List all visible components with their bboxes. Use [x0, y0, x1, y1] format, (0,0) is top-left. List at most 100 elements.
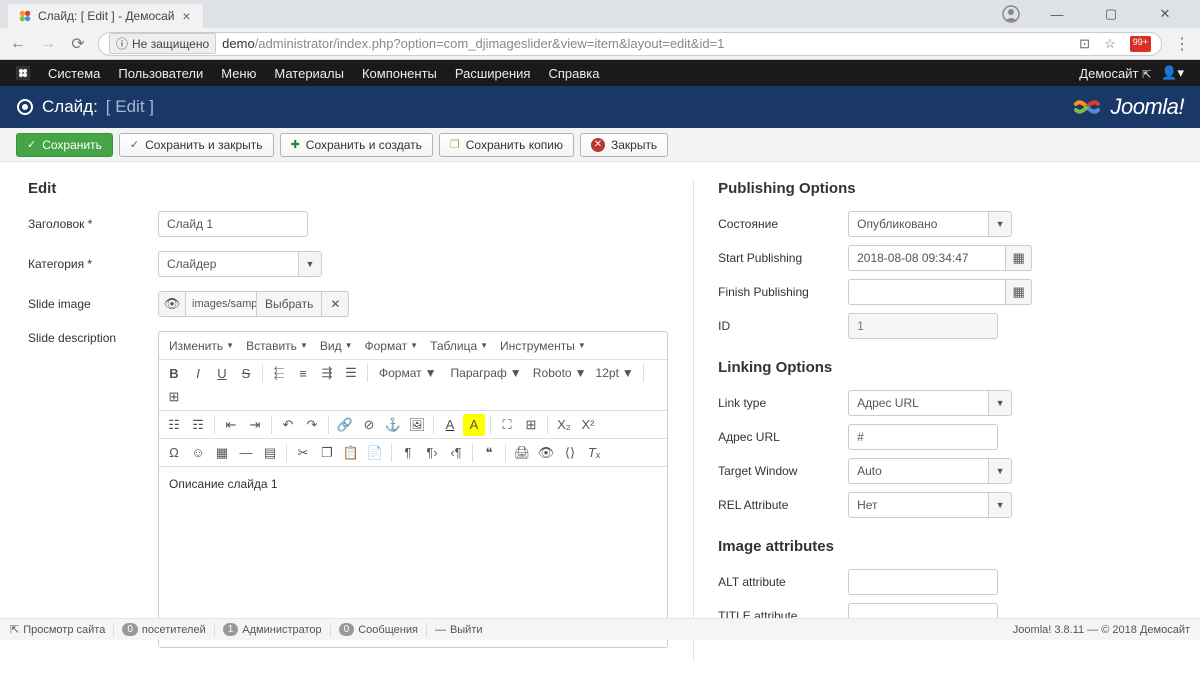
editor-menu-insert[interactable]: Вставить▼: [240, 336, 314, 356]
pilcrow-icon[interactable]: ¶: [397, 442, 419, 464]
security-info[interactable]: ⓘ Не защищено: [109, 33, 216, 54]
linktype-select[interactable]: Адрес URL▼: [848, 390, 1012, 416]
save-close-button[interactable]: ✓Сохранить и закрыть: [119, 133, 274, 157]
emoji-icon[interactable]: ☺: [187, 442, 209, 464]
fontsize-dropdown[interactable]: 12pt▼: [592, 362, 638, 384]
bullet-list-icon[interactable]: ☷: [163, 414, 185, 436]
visitors-counter[interactable]: 0посетителей: [122, 623, 205, 636]
site-name-link[interactable]: Демосайт ⇱: [1079, 66, 1151, 81]
formats-dropdown[interactable]: Формат▼: [373, 362, 443, 384]
link-icon[interactable]: 🔗: [334, 414, 356, 436]
redo-icon[interactable]: ↷: [301, 414, 323, 436]
code-icon[interactable]: ⟨⟩: [559, 442, 581, 464]
save-copy-button[interactable]: ❐Сохранить копию: [439, 133, 574, 157]
menu-extensions[interactable]: Расширения: [455, 66, 531, 81]
module-icon[interactable]: ⊞: [163, 386, 185, 408]
window-close-icon[interactable]: ✕: [1148, 6, 1182, 22]
cut-icon[interactable]: ✂: [292, 442, 314, 464]
editor-menu-edit[interactable]: Изменить▼: [163, 336, 240, 356]
media-icon[interactable]: ▦: [211, 442, 233, 464]
menu-help[interactable]: Справка: [548, 66, 599, 81]
editor-menu-tools[interactable]: Инструменты▼: [494, 336, 592, 356]
paste-icon[interactable]: 📋: [340, 442, 362, 464]
bold-icon[interactable]: B: [163, 362, 185, 384]
browser-menu-icon[interactable]: ⋮: [1172, 34, 1192, 54]
url-bar[interactable]: ⓘ Не защищено demo/administrator/index.p…: [98, 32, 1162, 56]
anchor-icon[interactable]: ⚓: [382, 414, 404, 436]
font-dropdown[interactable]: Roboto▼: [530, 362, 590, 384]
messages-counter[interactable]: 0Сообщения: [339, 623, 418, 636]
image-select-button[interactable]: Выбрать: [256, 291, 321, 317]
calendar-icon[interactable]: ▦: [1006, 245, 1032, 271]
clear-format-icon[interactable]: Tₓ: [583, 442, 605, 464]
back-icon[interactable]: ←: [8, 35, 28, 53]
start-input[interactable]: [848, 245, 1006, 271]
subscript-icon[interactable]: X₂: [553, 414, 575, 436]
number-list-icon[interactable]: ☶: [187, 414, 209, 436]
target-select[interactable]: Auto▼: [848, 458, 1012, 484]
editor-menu-format[interactable]: Формат▼: [359, 336, 425, 356]
logout-link[interactable]: — Выйти: [435, 624, 483, 636]
admins-counter[interactable]: 1Администратор: [223, 623, 322, 636]
italic-icon[interactable]: I: [187, 362, 209, 384]
reload-icon[interactable]: ⟳: [68, 34, 88, 54]
editor-menu-table[interactable]: Таблица▼: [424, 336, 494, 356]
undo-icon[interactable]: ↶: [277, 414, 299, 436]
finish-input[interactable]: [848, 279, 1006, 305]
copy-icon[interactable]: ❐: [316, 442, 338, 464]
rtl-icon[interactable]: ‹¶: [445, 442, 467, 464]
image-clear-button[interactable]: ✕: [321, 291, 349, 317]
profile-icon[interactable]: [1002, 5, 1020, 23]
menu-system[interactable]: Система: [48, 66, 100, 81]
close-button[interactable]: ✕Закрыть: [580, 133, 668, 157]
superscript-icon[interactable]: X²: [577, 414, 599, 436]
omega-icon[interactable]: Ω: [163, 442, 185, 464]
align-center-icon[interactable]: ≡: [292, 362, 314, 384]
unlink-icon[interactable]: ⊘: [358, 414, 380, 436]
editor-menu-view[interactable]: Вид▼: [314, 336, 359, 356]
print-icon[interactable]: 🖨: [511, 442, 533, 464]
category-select[interactable]: Слайдер ▼: [158, 251, 322, 277]
menu-components[interactable]: Компоненты: [362, 66, 437, 81]
view-site-link[interactable]: ⇱ Просмотр сайта: [10, 623, 105, 636]
align-right-icon[interactable]: ⇶: [316, 362, 338, 384]
align-left-icon[interactable]: ⬱: [268, 362, 290, 384]
rel-select[interactable]: Нет▼: [848, 492, 1012, 518]
bg-color-icon[interactable]: A: [463, 414, 485, 436]
table-icon[interactable]: ⊞: [520, 414, 542, 436]
window-maximize-icon[interactable]: ▢: [1094, 6, 1128, 22]
text-color-icon[interactable]: A: [439, 414, 461, 436]
star-icon[interactable]: ☆: [1104, 36, 1116, 52]
user-menu-icon[interactable]: 👤▾: [1161, 65, 1184, 81]
menu-users[interactable]: Пользователи: [118, 66, 203, 81]
quote-icon[interactable]: ❝: [478, 442, 500, 464]
window-minimize-icon[interactable]: —: [1040, 7, 1074, 22]
underline-icon[interactable]: U: [211, 362, 233, 384]
tab-close-icon[interactable]: ×: [181, 10, 193, 22]
qr-icon[interactable]: ⊡: [1079, 36, 1090, 52]
title-input[interactable]: [158, 211, 308, 237]
save-new-button[interactable]: ✚Сохранить и создать: [280, 133, 433, 157]
state-select[interactable]: Опубликовано▼: [848, 211, 1012, 237]
paste-text-icon[interactable]: 📄: [364, 442, 386, 464]
calendar-icon[interactable]: ▦: [1006, 279, 1032, 305]
strike-icon[interactable]: S: [235, 362, 257, 384]
hr-icon[interactable]: —: [235, 442, 257, 464]
fullscreen-icon[interactable]: ⛶: [496, 414, 518, 436]
indent-icon[interactable]: ⇥: [244, 414, 266, 436]
joomla-icon[interactable]: [16, 66, 30, 80]
alt-input[interactable]: [848, 569, 998, 595]
url-input[interactable]: [848, 424, 998, 450]
image-icon[interactable]: 🖼: [406, 414, 428, 436]
outdent-icon[interactable]: ⇤: [220, 414, 242, 436]
save-button[interactable]: ✓Сохранить: [16, 133, 113, 157]
menu-menus[interactable]: Меню: [221, 66, 256, 81]
preview-icon[interactable]: 👁: [158, 291, 186, 317]
align-justify-icon[interactable]: ☰: [340, 362, 362, 384]
extension-badge[interactable]: 99+: [1130, 36, 1151, 52]
ltr-icon[interactable]: ¶›: [421, 442, 443, 464]
preview-icon-btn[interactable]: 👁: [535, 442, 557, 464]
paragraph-dropdown[interactable]: Параграф▼: [445, 362, 528, 384]
browser-tab[interactable]: Слайд: [ Edit ] - Демосай ×: [8, 4, 203, 28]
menu-content[interactable]: Материалы: [274, 66, 344, 81]
